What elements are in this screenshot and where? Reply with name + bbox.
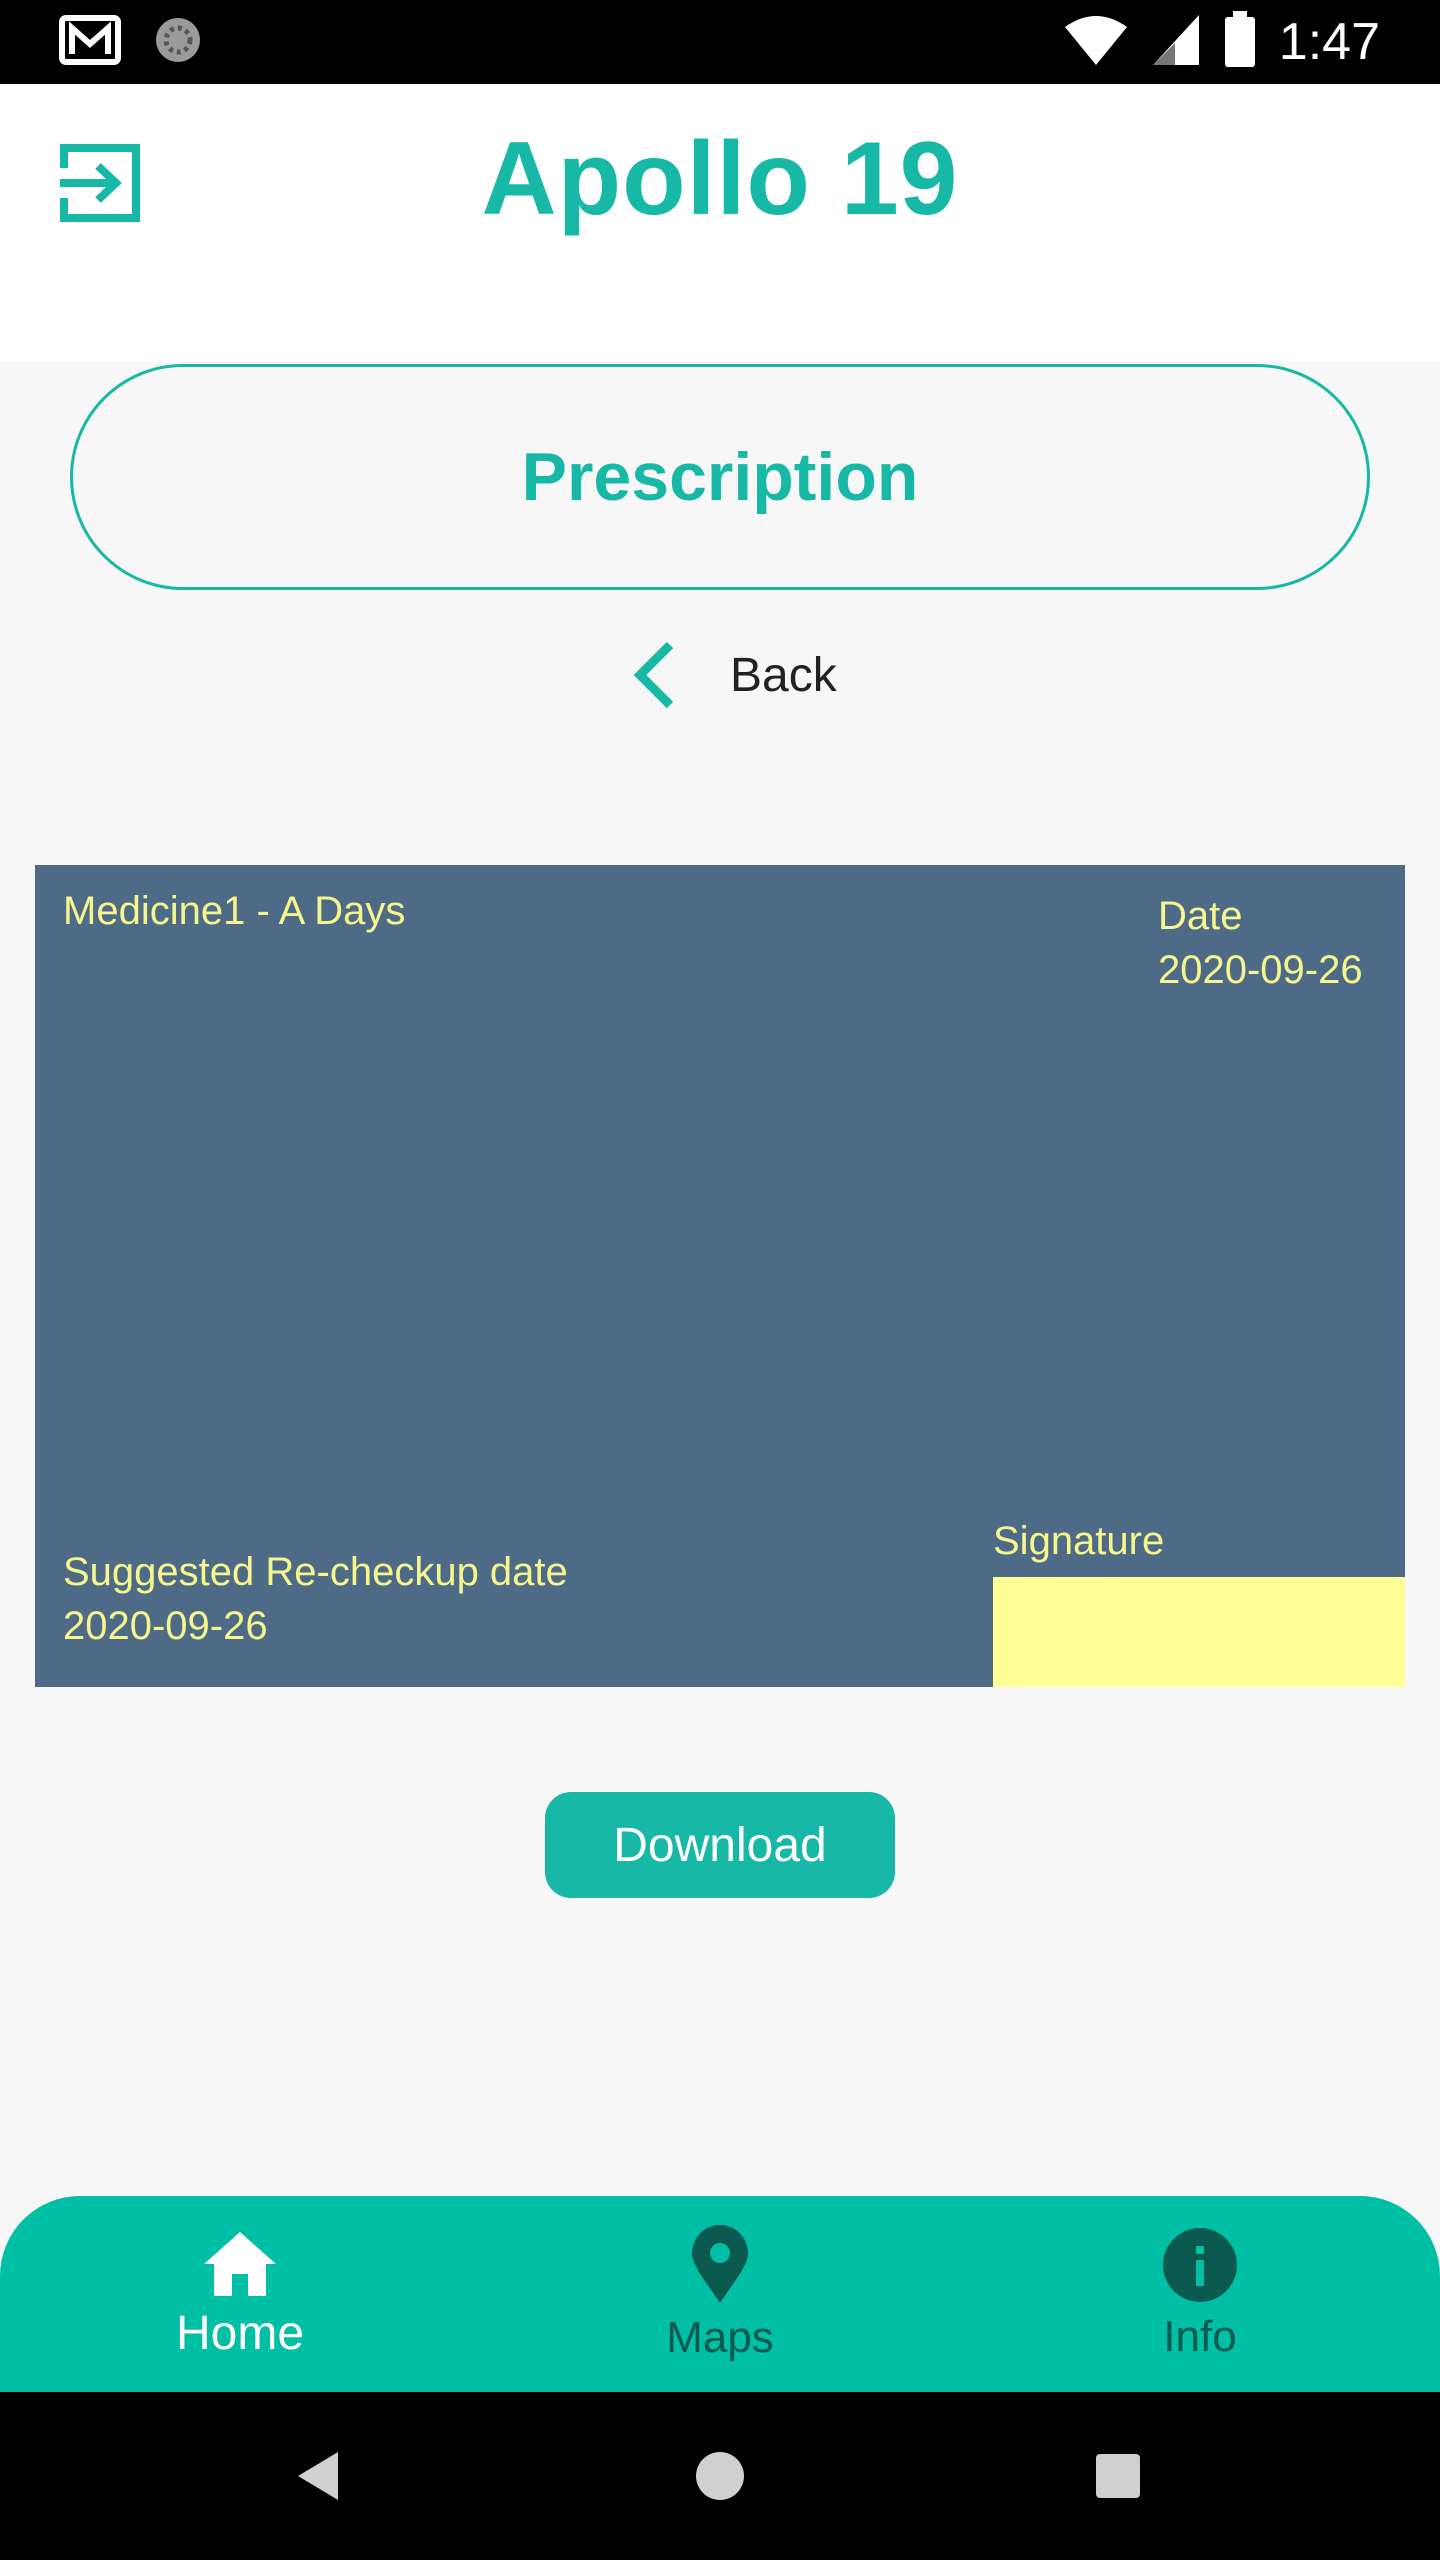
nav-maps[interactable]: Maps [570,2196,870,2392]
nav-maps-label: Maps [666,2313,774,2362]
signature-box [993,1577,1405,1687]
date-value: 2020-09-26 [1158,948,1363,992]
triangle-back-icon [298,2452,338,2500]
gmail-icon [58,14,122,71]
system-recents-button[interactable] [1078,2436,1158,2516]
date-block: Date 2020-09-26 [1158,889,1363,997]
bottom-nav: Home Maps Info [0,2196,1440,2392]
system-home-button[interactable] [680,2436,760,2516]
system-nav-bar [0,2392,1440,2560]
map-pin-icon [692,2225,748,2303]
status-left-icons [58,14,204,70]
wifi-icon [1063,13,1129,72]
download-button[interactable]: Download [545,1792,895,1898]
nav-home[interactable]: Home [90,2196,390,2392]
status-right-icons: 1:47 [1063,10,1380,74]
nav-info-label: Info [1163,2312,1237,2361]
circle-home-icon [696,2452,744,2500]
recheck-value: 2020-09-26 [63,1604,268,1648]
prescription-card: Medicine1 - A Days Date 2020-09-26 Sugge… [35,865,1405,1687]
back-label: Back [730,648,837,702]
nav-info[interactable]: Info [1050,2196,1350,2392]
back-button[interactable]: Back [630,630,837,720]
sync-icon [152,14,204,71]
square-recents-icon [1096,2454,1140,2498]
recheck-block: Suggested Re-checkup date 2020-09-26 [63,1545,568,1653]
recheck-label: Suggested Re-checkup date [63,1550,568,1594]
system-back-button[interactable] [280,2436,360,2516]
home-icon [204,2231,276,2296]
app-title: Apollo 19 [481,121,959,237]
prescription-section-header: Prescription [70,364,1370,590]
battery-icon [1223,10,1257,74]
date-label: Date [1158,894,1243,938]
medicine-text: Medicine1 - A Days [63,889,406,933]
app-header: Apollo 19 [0,84,1440,362]
nav-home-label: Home [175,2306,305,2360]
info-icon [1163,2228,1237,2302]
chevron-left-icon [633,641,674,709]
status-time: 1:47 [1278,13,1380,71]
status-bar: 1:47 [0,0,1440,84]
signal-icon [1151,13,1201,72]
signature-label: Signature [993,1519,1165,1563]
